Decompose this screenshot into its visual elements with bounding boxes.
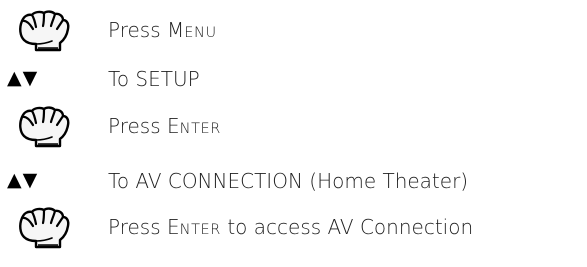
step-text: Press MENU [108,18,217,42]
up-down-arrows-icon: ▲▼ [7,169,39,191]
press-hand-icon [14,8,76,52]
step-press-enter: Press ENTER [0,104,587,152]
up-down-arrows-icon: ▲▼ [7,67,39,89]
step-press-enter-access: Press ENTER to access AV Connection [0,205,587,253]
step-press-menu: Press MENU [0,8,587,56]
press-hand-icon [14,205,76,249]
step-text: To AV CONNECTION (Home Theater) [108,169,469,193]
step-text: Press ENTER [108,114,221,138]
step-to-setup: ▲▼ To SETUP [0,57,587,105]
step-text: To SETUP [108,67,200,91]
step-text: Press ENTER to access AV Connection [108,215,474,239]
step-to-av-connection: ▲▼ To AV CONNECTION (Home Theater) [0,159,587,207]
press-hand-icon [14,104,76,148]
